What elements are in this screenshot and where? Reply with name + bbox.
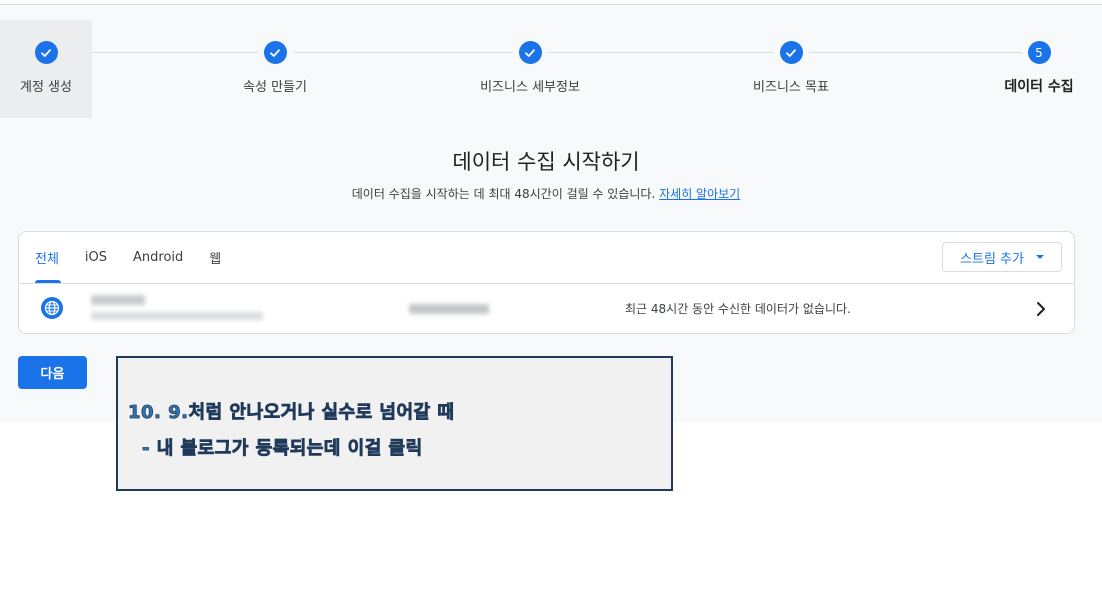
add-stream-button[interactable]: 스트림 추가: [942, 242, 1062, 272]
step-create-account[interactable]: 계정 생성: [0, 20, 92, 118]
annotation-line-2: - 내 블로그가 등록되는데 이걸 클릭: [142, 438, 423, 460]
step-label: 비즈니스 목표: [753, 80, 829, 95]
redacted-stream-url: [91, 312, 263, 320]
step-business-details[interactable]: 비즈니스 세부정보: [460, 20, 600, 118]
check-icon: [779, 41, 803, 64]
stream-status: 최근 48시간 동안 수신한 데이터가 없습니다.: [625, 302, 851, 316]
subtitle-text: 데이터 수집을 시작하는 데 최대 48시간이 걸릴 수 있습니다.: [351, 187, 656, 201]
stream-row[interactable]: 최근 48시간 동안 수신한 데이터가 없습니다.: [19, 284, 1074, 334]
step-label-current: 데이터 수집: [1004, 79, 1074, 95]
tab-all[interactable]: 전체: [19, 232, 69, 283]
redacted-stream-id: [409, 304, 489, 314]
learn-more-link[interactable]: 자세히 알아보기: [659, 187, 740, 201]
step-number-badge: 5: [1027, 41, 1051, 64]
redacted-stream-name: [91, 295, 145, 305]
next-button[interactable]: 다음: [18, 356, 87, 389]
tab-android[interactable]: Android: [117, 232, 193, 283]
check-icon: [34, 41, 58, 64]
tab-ios[interactable]: iOS: [69, 232, 117, 283]
add-stream-label: 스트림 추가: [960, 251, 1024, 267]
platform-tabs: 전체 iOS Android 웹: [19, 232, 231, 283]
step-label: 비즈니스 세부정보: [480, 80, 580, 95]
check-icon: [518, 41, 542, 64]
page-title: 데이터 수집 시작하기: [452, 150, 640, 174]
caret-down-icon: [1035, 255, 1044, 259]
chevron-right-icon[interactable]: [1034, 299, 1048, 319]
globe-icon: [41, 297, 63, 319]
annotation-box: 10. 9.처럼 안나오거나 실수로 넘어갈 때 - 내 블로그가 등록되는데 …: [116, 356, 673, 491]
step-label: 속성 만들기: [243, 80, 307, 95]
step-business-objectives[interactable]: 비즈니스 목표: [736, 20, 846, 118]
page-subtitle: 데이터 수집을 시작하는 데 최대 48시간이 걸릴 수 있습니다. 자세히 알…: [0, 185, 1092, 202]
annotation-line-1: 10. 9.처럼 안나오거나 실수로 넘어갈 때: [128, 402, 455, 424]
step-create-property[interactable]: 속성 만들기: [225, 20, 325, 118]
tab-web[interactable]: 웹: [193, 232, 231, 283]
data-streams-card: 전체 iOS Android 웹 스트림 추가 최근 48시간 동안 수신한 데…: [18, 231, 1075, 334]
step-label: 계정 생성: [20, 80, 72, 95]
step-data-collection[interactable]: 5 데이터 수집: [996, 20, 1082, 118]
check-icon: [263, 41, 287, 64]
